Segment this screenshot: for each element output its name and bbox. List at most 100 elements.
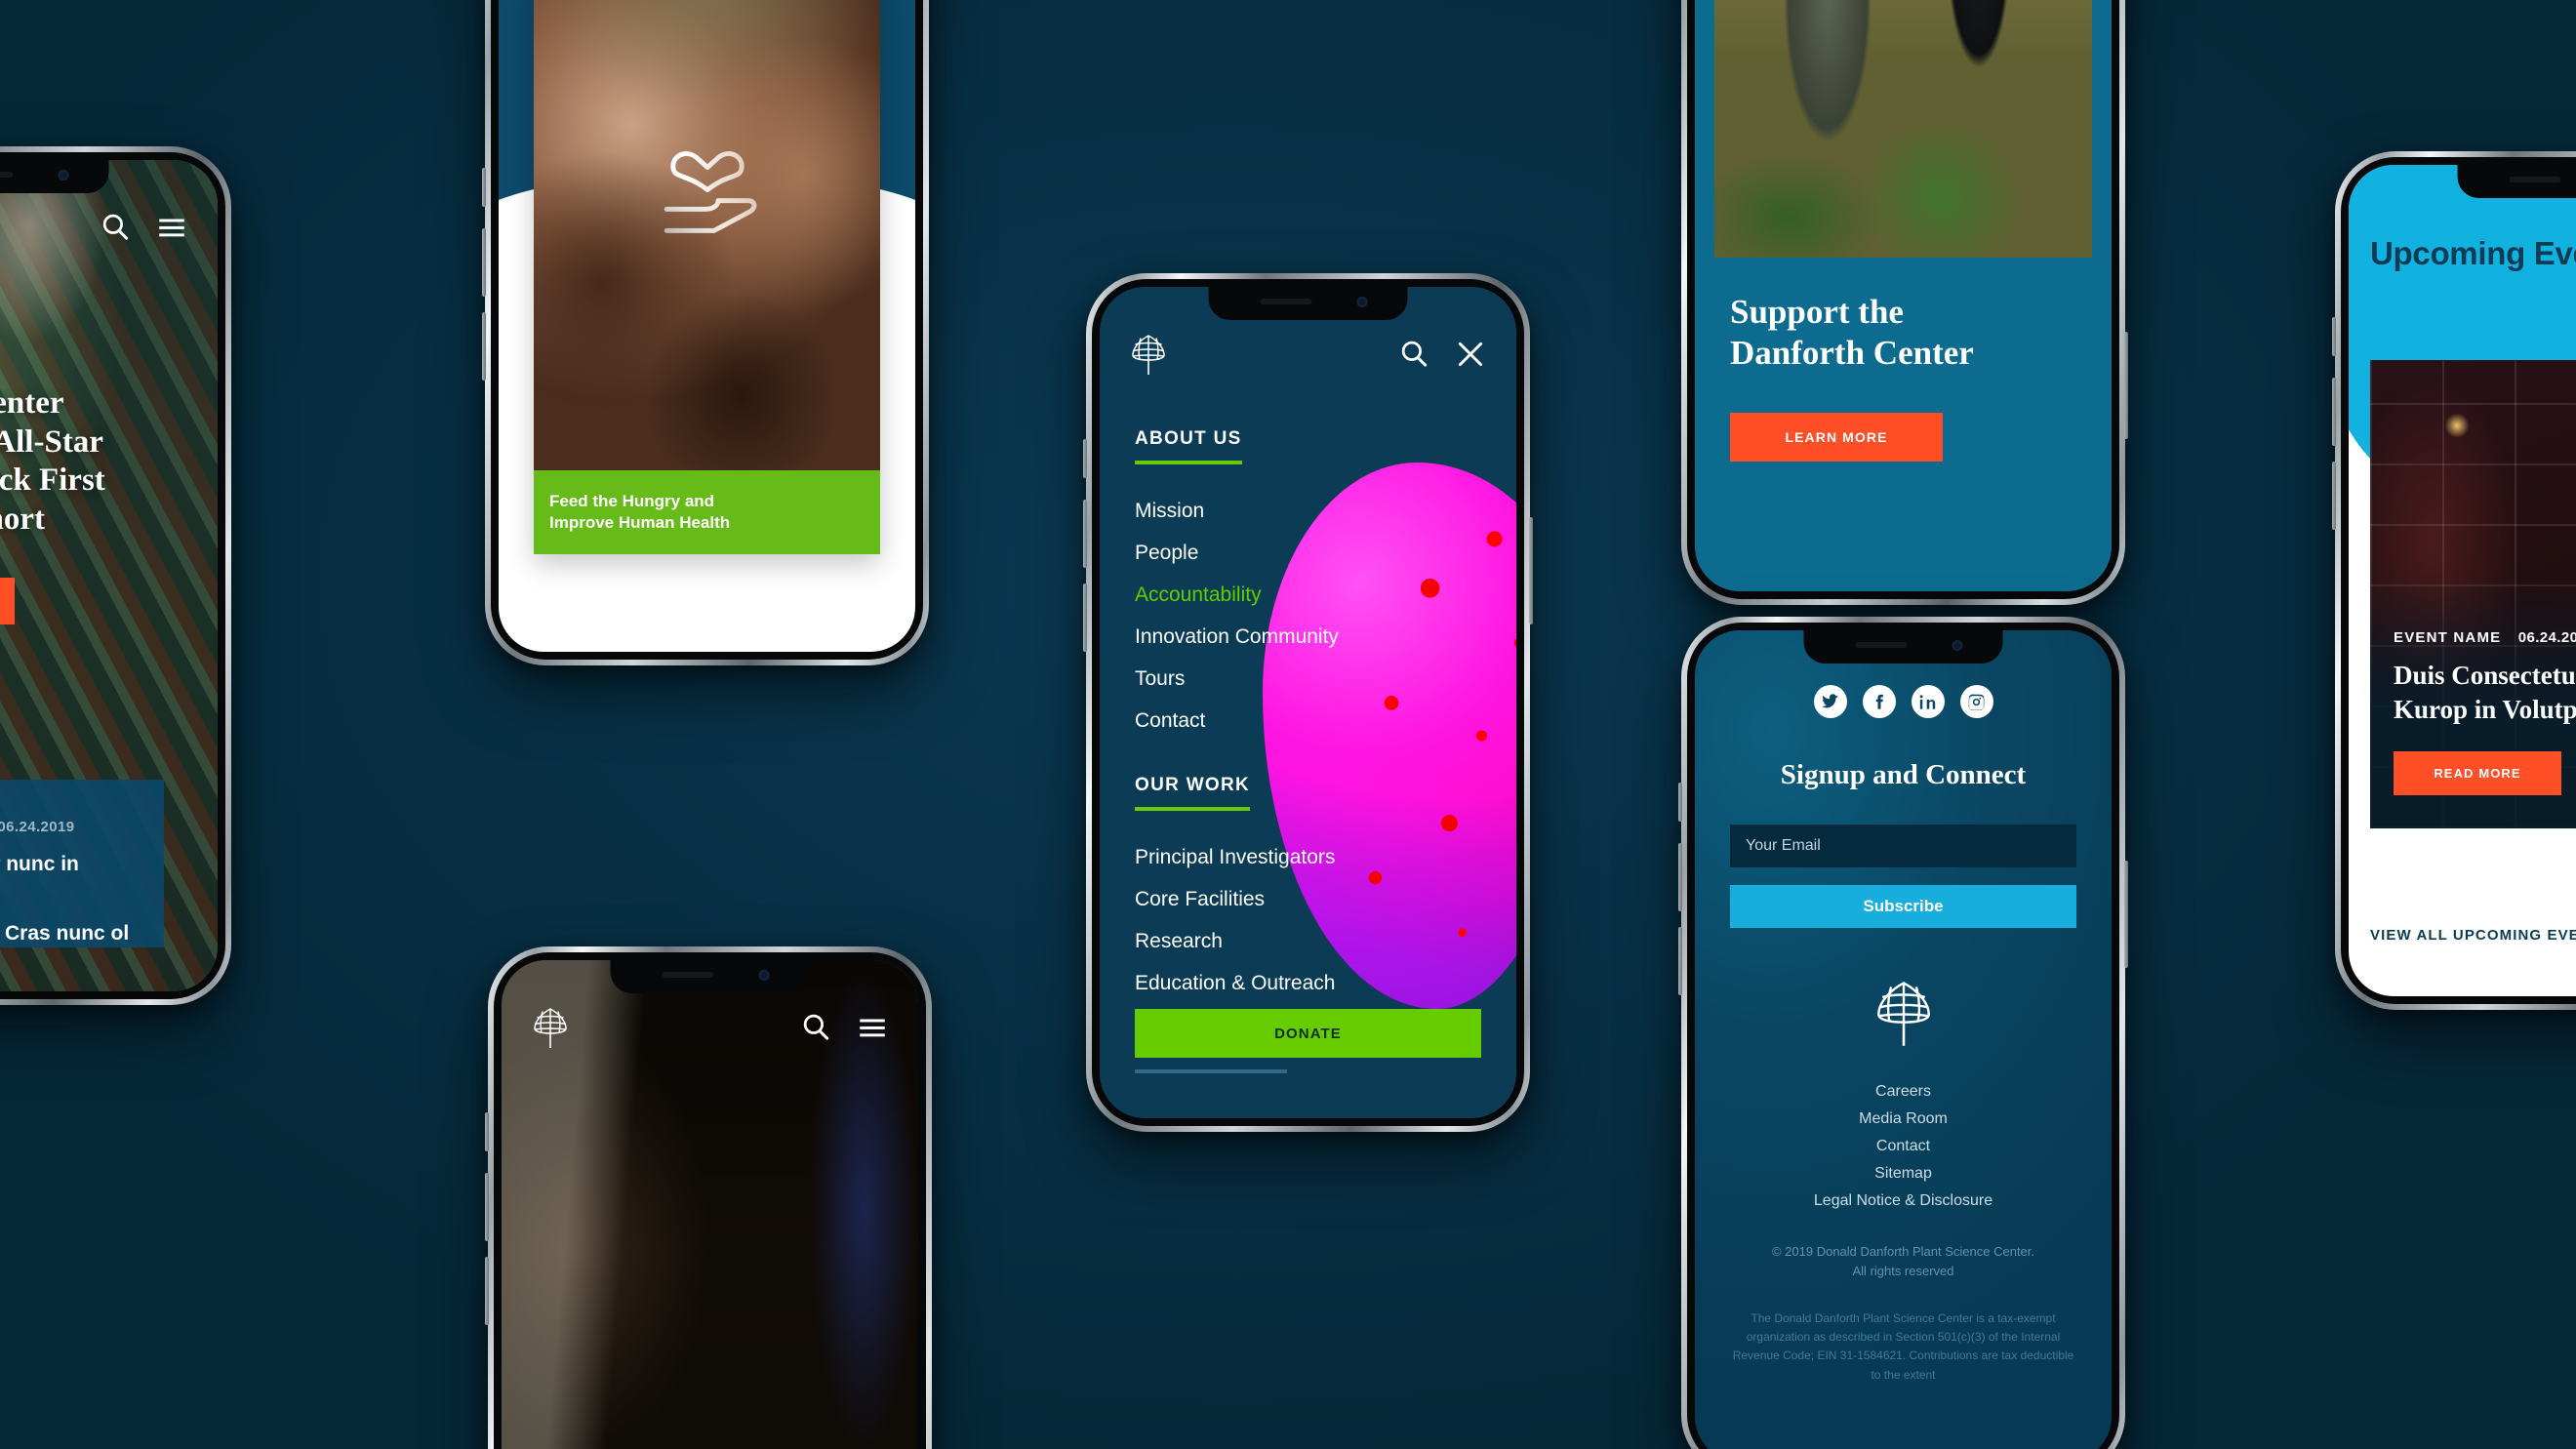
nav-item-innovation-community[interactable]: Innovation Community — [1135, 616, 1481, 658]
phone-footer: Signup and Connect Subscribe Careers Med… — [1678, 617, 2128, 1449]
mission-card-label-line2: Improve Human Health — [549, 513, 731, 532]
events-heading: Upcoming Events — [2370, 235, 2576, 271]
nav-item-principal-investigators[interactable]: Principal Investigators — [1135, 836, 1481, 878]
mockup-stage: NEWS & STORIES Danforth Center Announces… — [0, 0, 2576, 1449]
footer-signup-title: Signup and Connect — [1780, 759, 2027, 790]
phone-button-volume-up[interactable] — [485, 1173, 489, 1241]
facebook-icon[interactable] — [1862, 685, 1896, 718]
email-input[interactable] — [1730, 825, 2076, 867]
view-all-label: VIEW ALL UPCOMING EVENTS — [2370, 927, 2576, 944]
footer-link-contact[interactable]: Contact — [1730, 1133, 2076, 1160]
phone-events: Upcoming Events EVENT NAME 06.24.2019 Du… — [2332, 151, 2576, 1010]
footer-link-legal-notice[interactable]: Legal Notice & Disclosure — [1730, 1187, 2076, 1215]
phone-button-volume-down[interactable] — [1083, 584, 1087, 652]
news-eyebrow: NEWS & STORIES — [0, 350, 194, 367]
nav-topbar — [1100, 326, 1516, 382]
donate-button[interactable]: DONATE — [1135, 1009, 1481, 1058]
phone-button-mute[interactable] — [1678, 783, 1682, 822]
phone-screen: Support the Danforth Center LEARN MORE — [1695, 0, 2112, 591]
search-icon[interactable] — [99, 211, 132, 244]
nav-menu-list: ABOUT US Mission People Accountability I… — [1135, 428, 1481, 1073]
search-icon[interactable] — [1397, 338, 1430, 371]
event-title-line1: Duis Consectetur Nunc — [2394, 661, 2576, 691]
view-all-upcoming-events-link[interactable]: VIEW ALL UPCOMING EVENTS — [2370, 927, 2576, 944]
phone-screen: Signup and Connect Subscribe Careers Med… — [1695, 630, 2112, 1449]
site-footer: Signup and Connect Subscribe Careers Med… — [1695, 630, 2112, 1449]
phone-support: Support the Danforth Center LEARN MORE — [1681, 0, 2128, 605]
nav-item-tours[interactable]: Tours — [1135, 658, 1481, 700]
news-hero-body: NEWS & STORIES Danforth Center Announces… — [0, 350, 194, 625]
phone-navigation-menu: ABOUT US Mission People Accountability I… — [1083, 273, 1533, 1132]
news-headline: Danforth Center Announces All-Star Board… — [0, 385, 105, 537]
phone-button-volume-up[interactable] — [2332, 378, 2336, 446]
footer-legal-text: The Donald Danforth Plant Science Center… — [1732, 1311, 2074, 1382]
phone-lab — [485, 946, 932, 1449]
phone-notch — [610, 960, 810, 993]
phone-button-power[interactable] — [2124, 861, 2128, 968]
phone-notch — [2457, 165, 2576, 198]
news-teaser-card[interactable]: NEWS & STORIES 06.24.2019 Duis consectet… — [0, 780, 164, 947]
heart-in-hand-icon — [664, 150, 756, 233]
phone-notch — [1208, 287, 1408, 320]
event-card[interactable]: EVENT NAME 06.24.2019 Duis Consectetur N… — [2370, 360, 2576, 828]
danforth-fan-logo[interactable] — [1872, 977, 1936, 1049]
phone-button-volume-up[interactable] — [1083, 500, 1087, 568]
news-teaser-meta: NEWS & STORIES 06.24.2019 — [0, 819, 135, 835]
phone-screen: ABOUT US Mission People Accountability I… — [1100, 287, 1516, 1118]
news-teaser-summary-line1: Duis consectetur nunc in filoed — [0, 853, 79, 875]
nav-item-accountability[interactable]: Accountability — [1135, 574, 1481, 616]
phone-screen: OUR MISSION Improve the Human Condition … — [499, 0, 915, 652]
nav-group-about-us: ABOUT US Mission People Accountability I… — [1135, 428, 1481, 742]
mission-feature-card[interactable]: Feed the Hungry and Improve Human Health — [534, 0, 880, 554]
mission-card-label: Feed the Hungry and Improve Human Health — [534, 470, 880, 554]
event-title-line2: Kurop in Volutpat… — [2394, 695, 2576, 725]
subscribe-button[interactable]: Subscribe — [1730, 885, 2076, 928]
phone-button-mute[interactable] — [482, 168, 486, 207]
nav-group-title: OUR WORK — [1135, 775, 1251, 811]
search-icon[interactable] — [799, 1011, 832, 1044]
twitter-icon[interactable] — [1813, 685, 1847, 718]
phone-button-volume-down[interactable] — [485, 1257, 489, 1325]
phone-button-volume-down[interactable] — [1678, 927, 1682, 995]
event-card-body: EVENT NAME 06.24.2019 Duis Consectetur N… — [2394, 629, 2576, 795]
footer-copyright-line1: © 2019 Donald Danforth Plant Science Cen… — [1771, 1244, 2035, 1259]
event-category: EVENT NAME — [2394, 629, 2502, 647]
footer-link-sitemap[interactable]: Sitemap — [1730, 1160, 2076, 1187]
nav-item-core-facilities[interactable]: Core Facilities — [1135, 878, 1481, 920]
nav-group-items: Principal Investigators Core Facilities … — [1135, 836, 1481, 1004]
instagram-icon[interactable] — [1959, 685, 1993, 718]
phone-mission: OUR MISSION Improve the Human Condition … — [482, 0, 929, 665]
danforth-fan-logo[interactable] — [1129, 332, 1168, 377]
linkedin-icon[interactable] — [1911, 685, 1945, 718]
nav-item-contact[interactable]: Contact — [1135, 700, 1481, 742]
phone-button-volume-up[interactable] — [482, 228, 486, 297]
news-read-more-button[interactable]: READ MORE — [0, 578, 15, 625]
footer-link-media-room[interactable]: Media Room — [1730, 1106, 2076, 1133]
learn-more-button[interactable]: LEARN MORE — [1730, 413, 1943, 462]
phone-button-mute[interactable] — [1083, 439, 1087, 478]
footer-link-careers[interactable]: Careers — [1730, 1078, 2076, 1106]
nav-item-education-outreach[interactable]: Education & Outreach — [1135, 962, 1481, 1004]
phone-notch — [1803, 630, 2003, 664]
hamburger-menu-icon[interactable] — [856, 1011, 889, 1044]
event-read-more-button[interactable]: READ MORE — [2394, 751, 2561, 795]
phone-button-volume-down[interactable] — [2332, 462, 2336, 530]
close-x-icon[interactable] — [1454, 338, 1487, 371]
phone-button-volume-down[interactable] — [482, 312, 486, 381]
nav-item-research[interactable]: Research — [1135, 920, 1481, 962]
phone-button-power[interactable] — [2124, 332, 2128, 439]
footer-copyright-line2: All rights reserved — [1852, 1263, 1954, 1278]
footer-links: Careers Media Room Contact Sitemap Legal… — [1730, 1078, 2076, 1215]
danforth-fan-logo[interactable] — [531, 1005, 570, 1050]
nav-item-mission[interactable]: Mission — [1135, 490, 1481, 532]
support-hero-photo — [1714, 0, 2092, 258]
nav-item-people[interactable]: People — [1135, 532, 1481, 574]
phone-button-mute[interactable] — [2332, 317, 2336, 356]
phone-button-volume-up[interactable] — [1678, 843, 1682, 911]
phone-button-mute[interactable] — [485, 1112, 489, 1151]
hamburger-menu-icon[interactable] — [155, 211, 188, 244]
news-teaser-summary-line2: volutpat fringilla. Cras nunc ol — [0, 922, 130, 946]
phone-button-power[interactable] — [1529, 517, 1533, 624]
event-meta: EVENT NAME 06.24.2019 — [2394, 629, 2576, 646]
lab-topbar — [502, 999, 918, 1056]
